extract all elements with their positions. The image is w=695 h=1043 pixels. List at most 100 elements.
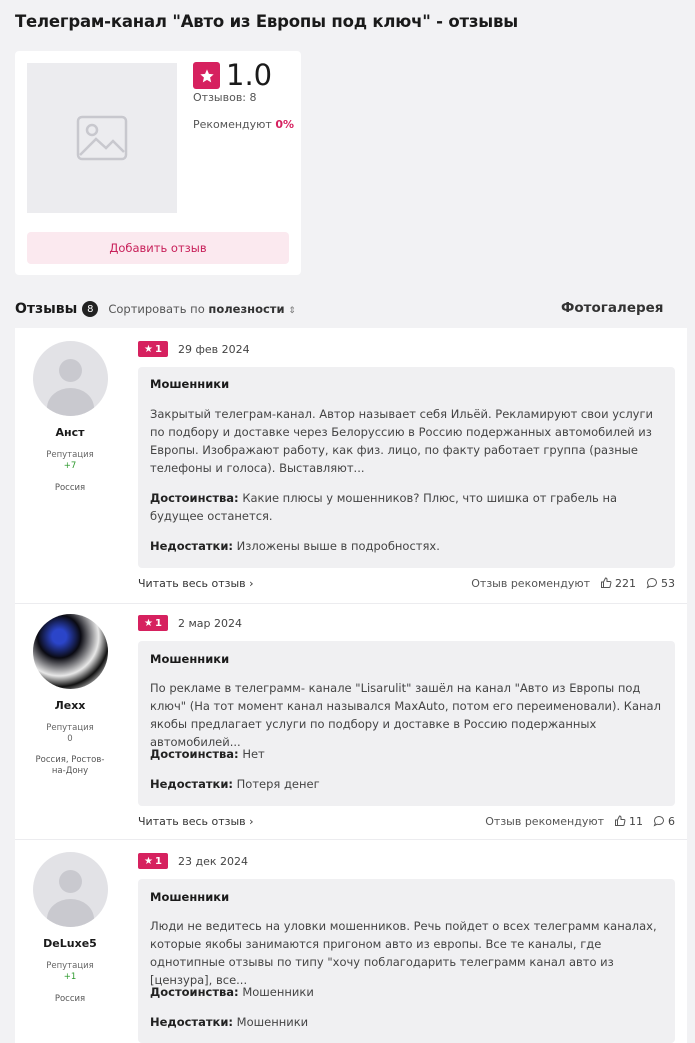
avatar[interactable] — [32, 614, 108, 689]
review-item: Анст Репутация +7 Россия ★ 1 29 фев 2024 … — [15, 328, 687, 603]
review-body[interactable]: Мошенники По рекламе в телеграмм- канале… — [138, 641, 675, 806]
star-icon — [193, 62, 220, 89]
read-more-link[interactable]: Читать весь отзыв › — [138, 577, 254, 590]
review-footer: Читать весь отзыв › Отзыв рекомендуют 11… — [138, 813, 675, 829]
review-title[interactable]: Мошенники — [150, 890, 229, 904]
review-item: Лехх Репутация 0 Россия, Ростов-на-Дону … — [15, 603, 687, 839]
cons-text: Потеря денег — [236, 777, 320, 791]
recommended-label: Отзыв рекомендуют — [485, 814, 604, 828]
rating-badge: ★ 1 — [138, 615, 168, 631]
sort-control[interactable]: Сортировать по полезности ⇕ — [108, 302, 295, 316]
thumbs-up-icon — [615, 815, 626, 826]
reputation-value: +1 — [63, 972, 77, 982]
review-pros: Достоинства: Нет — [150, 745, 665, 763]
reputation-label: Репутация — [46, 450, 94, 460]
recommend-value: 0% — [275, 118, 295, 131]
sort-prefix: Сортировать по — [108, 302, 205, 316]
overall-rating: 1.0 — [193, 61, 272, 90]
read-more-link[interactable]: Читать весь отзыв › — [138, 815, 254, 828]
cons-text: Изложены выше в подробностях. — [236, 539, 440, 553]
author-name[interactable]: Анст — [15, 426, 125, 439]
comments-button[interactable]: 6 — [653, 815, 675, 828]
review-date: 2 мар 2024 — [178, 616, 243, 630]
review-title[interactable]: Мошенники — [150, 652, 229, 666]
likes-count: 221 — [615, 576, 636, 590]
recommend-stat: Рекомендуют 0% — [193, 118, 294, 131]
review-cons: Недостатки: Потеря денег — [150, 775, 665, 793]
comment-icon — [646, 577, 658, 589]
review-item: DeLuxe5 Репутация +1 Россия ★ 1 23 дек 20… — [15, 839, 687, 1043]
pros-text: Мошенники — [242, 985, 314, 999]
reputation-value: 0 — [67, 734, 73, 744]
review-date: 29 фев 2024 — [178, 342, 250, 356]
reputation-label: Репутация — [46, 961, 94, 971]
pros-label: Достоинства: — [150, 747, 239, 761]
review-author: Анст Репутация +7 Россия — [15, 341, 125, 494]
page-title: Телеграм-канал "Авто из Европы под ключ"… — [15, 12, 518, 31]
rating-badge: ★ 1 — [138, 341, 168, 357]
author-city: Россия — [54, 994, 86, 1004]
thumbs-up-icon — [601, 577, 612, 588]
comments-count: 53 — [661, 576, 675, 590]
like-button[interactable]: 221 — [600, 577, 636, 590]
rating-value: 1.0 — [226, 58, 273, 92]
review-cons: Недостатки: Изложены выше в подробностях… — [150, 537, 665, 555]
star-icon: ★ — [144, 855, 153, 867]
rating-number: 1 — [155, 343, 162, 355]
recommended-label: Отзыв рекомендуют — [471, 576, 590, 590]
review-date: 23 дек 2024 — [178, 854, 249, 868]
author-name[interactable]: Лехх — [15, 699, 125, 712]
reviews-heading[interactable]: Отзывы — [15, 301, 77, 317]
rating-badge: ★ 1 — [138, 853, 168, 869]
reviews-count-badge: 8 — [82, 301, 99, 317]
recommend-label: Рекомендуют — [193, 118, 272, 131]
reputation-value: +7 — [63, 461, 77, 471]
likes-count: 11 — [629, 814, 643, 828]
photo-gallery-link[interactable]: Фотогалерея — [561, 300, 663, 316]
comment-icon — [653, 815, 665, 827]
rating-number: 1 — [155, 855, 162, 867]
review-rating: ★ 1 23 дек 2024 — [138, 853, 248, 869]
cons-label: Недостатки: — [150, 1015, 233, 1029]
review-body[interactable]: Мошенники Люди не ведитесь на уловки мош… — [138, 879, 675, 1043]
star-icon: ★ — [144, 343, 153, 355]
summary-card: 1.0 Отзывов: 8 Рекомендуют 0% Добавить о… — [15, 51, 301, 275]
chevron-right-icon: › — [249, 814, 254, 828]
avatar[interactable] — [32, 852, 108, 927]
sort-arrows-icon: ⇕ — [288, 306, 296, 316]
chevron-right-icon: › — [249, 576, 254, 590]
review-rating: ★ 1 29 фев 2024 — [138, 341, 250, 357]
review-title[interactable]: Мошенники — [150, 377, 229, 391]
review-author: DeLuxe5 Репутация +1 Россия — [15, 852, 125, 1005]
cons-label: Недостатки: — [150, 777, 233, 791]
cons-label: Недостатки: — [150, 539, 233, 553]
reputation-label: Репутация — [46, 723, 94, 733]
image-placeholder-icon — [76, 115, 128, 161]
author-city: Россия — [54, 483, 86, 493]
author-name[interactable]: DeLuxe5 — [15, 937, 125, 950]
review-rating: ★ 1 2 мар 2024 — [138, 615, 242, 631]
review-footer: Читать весь отзыв › Отзыв рекомендуют 22… — [138, 575, 675, 591]
product-photo[interactable] — [27, 63, 177, 213]
cons-text: Мошенники — [236, 1015, 309, 1029]
sort-value[interactable]: полезности — [208, 302, 284, 316]
avatar[interactable] — [32, 341, 108, 416]
pros-text: Нет — [242, 747, 265, 761]
review-text: Люди не ведитесь на уловки мошенников. Р… — [150, 919, 657, 987]
review-pros: Достоинства: Мошенники — [150, 983, 665, 1001]
review-count[interactable]: Отзывов: 8 — [193, 91, 257, 104]
review-pros: Достоинства: Какие плюсы у мошенников? П… — [150, 489, 665, 525]
review-body[interactable]: Мошенники Закрытый телеграм-канал. Автор… — [138, 367, 675, 568]
like-button[interactable]: 11 — [614, 815, 643, 828]
reviews-list: Анст Репутация +7 Россия ★ 1 29 фев 2024 … — [15, 328, 687, 1043]
pros-label: Достоинства: — [150, 985, 239, 999]
pros-label: Достоинства: — [150, 491, 239, 505]
review-text: Закрытый телеграм-канал. Автор называет … — [150, 407, 654, 475]
star-icon: ★ — [144, 617, 153, 629]
rating-number: 1 — [155, 617, 162, 629]
add-review-button[interactable]: Добавить отзыв — [27, 232, 289, 264]
review-text: По рекламе в телеграмм- канале "Lisaruli… — [150, 681, 661, 749]
review-cons: Недостатки: Мошенники — [150, 1013, 665, 1031]
comments-button[interactable]: 53 — [646, 577, 675, 590]
review-author: Лехх Репутация 0 Россия, Ростов-на-Дону — [15, 614, 125, 777]
